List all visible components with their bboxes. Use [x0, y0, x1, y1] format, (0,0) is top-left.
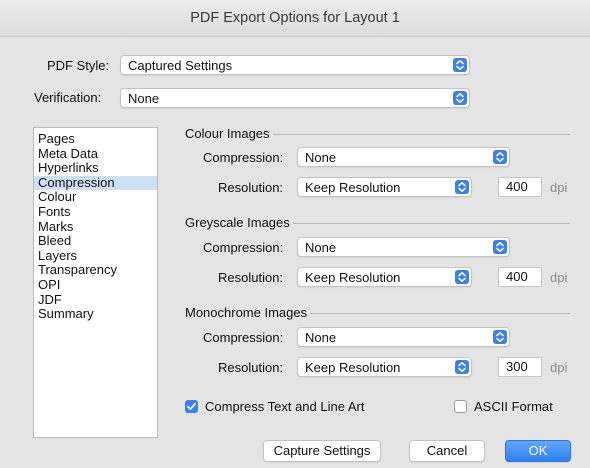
greyscale-resolution-label: Resolution:	[218, 270, 284, 285]
sidebar-item-marks[interactable]: Marks	[34, 219, 157, 235]
sidebar-item-compression[interactable]: Compression	[34, 175, 157, 191]
monochrome-dpi-input[interactable]: 300	[498, 357, 542, 377]
pdf-style-label: PDF Style:	[47, 58, 110, 73]
monochrome-resolution-select[interactable]: Keep Resolution	[297, 357, 472, 377]
chevron-up-down-icon	[493, 150, 507, 164]
colour-dpi-unit: dpi	[550, 180, 568, 195]
compress-text-label: Compress Text and Line Art	[205, 399, 365, 414]
sidebar-item-layers[interactable]: Layers	[34, 248, 157, 264]
sidebar-item-summary[interactable]: Summary	[34, 307, 157, 322]
monochrome-dpi-unit: dpi	[550, 360, 568, 375]
sidebar-item-meta-data[interactable]: Meta Data	[34, 146, 157, 162]
greyscale-dpi-unit: dpi	[550, 270, 568, 285]
sidebar-item-pages[interactable]: Pages	[34, 131, 157, 147]
colour-resolution-value: Keep Resolution	[305, 180, 401, 195]
greyscale-images-title: Greyscale Images	[185, 215, 293, 230]
verification-select[interactable]: None	[120, 88, 470, 108]
sidebar-item-fonts[interactable]: Fonts	[34, 204, 157, 220]
monochrome-images-title: Monochrome Images	[185, 305, 311, 320]
window-title: PDF Export Options for Layout 1	[0, 0, 590, 37]
sidebar-item-colour[interactable]: Colour	[34, 190, 157, 205]
greyscale-resolution-value: Keep Resolution	[305, 270, 401, 285]
sidebar-item-hyperlinks[interactable]: Hyperlinks	[34, 161, 157, 176]
colour-dpi-input[interactable]: 400	[498, 177, 542, 197]
ascii-format-checkbox[interactable]	[454, 400, 467, 413]
ok-button[interactable]: OK	[505, 440, 571, 462]
greyscale-compression-label: Compression:	[203, 240, 284, 255]
chevron-up-down-icon	[455, 270, 469, 284]
cancel-button[interactable]: Cancel	[409, 440, 485, 462]
greyscale-resolution-select[interactable]: Keep Resolution	[297, 267, 472, 287]
verification-value: None	[128, 91, 160, 106]
monochrome-resolution-label: Resolution:	[218, 360, 284, 375]
sidebar-item-transparency[interactable]: Transparency	[34, 263, 157, 278]
monochrome-compression-label: Compression:	[203, 330, 284, 345]
colour-compression-label: Compression:	[203, 150, 284, 165]
colour-images-title: Colour Images	[185, 126, 273, 141]
sidebar-item-jdf[interactable]: JDF	[34, 292, 157, 308]
monochrome-resolution-value: Keep Resolution	[305, 360, 401, 375]
checkmark-icon	[187, 402, 196, 411]
verification-label: Verification:	[34, 90, 102, 105]
colour-compression-value: None	[305, 150, 337, 165]
pdf-style-value: Captured Settings	[128, 58, 233, 73]
compress-text-checkbox[interactable]	[185, 400, 198, 413]
chevron-up-down-icon	[455, 180, 469, 194]
chevron-up-down-icon	[493, 330, 507, 344]
colour-resolution-select[interactable]: Keep Resolution	[297, 177, 472, 197]
greyscale-compression-value: None	[305, 240, 337, 255]
sidebar-item-bleed[interactable]: Bleed	[34, 234, 157, 249]
chevron-up-down-icon	[455, 360, 469, 374]
sidebar-item-opi[interactable]: OPI	[34, 277, 157, 293]
settings-category-list[interactable]: Pages Meta Data Hyperlinks Compression C…	[33, 127, 158, 438]
monochrome-compression-value: None	[305, 330, 337, 345]
chevron-up-down-icon	[453, 91, 467, 105]
chevron-up-down-icon	[453, 58, 467, 72]
colour-compression-select[interactable]: None	[297, 147, 510, 167]
greyscale-compression-select[interactable]: None	[297, 237, 510, 257]
capture-settings-button[interactable]: Capture Settings	[263, 440, 381, 462]
greyscale-dpi-input[interactable]: 400	[498, 267, 542, 287]
chevron-up-down-icon	[493, 240, 507, 254]
ascii-format-label: ASCII Format	[474, 399, 553, 414]
pdf-style-select[interactable]: Captured Settings	[120, 55, 470, 75]
monochrome-compression-select[interactable]: None	[297, 327, 510, 347]
colour-resolution-label: Resolution:	[218, 180, 284, 195]
